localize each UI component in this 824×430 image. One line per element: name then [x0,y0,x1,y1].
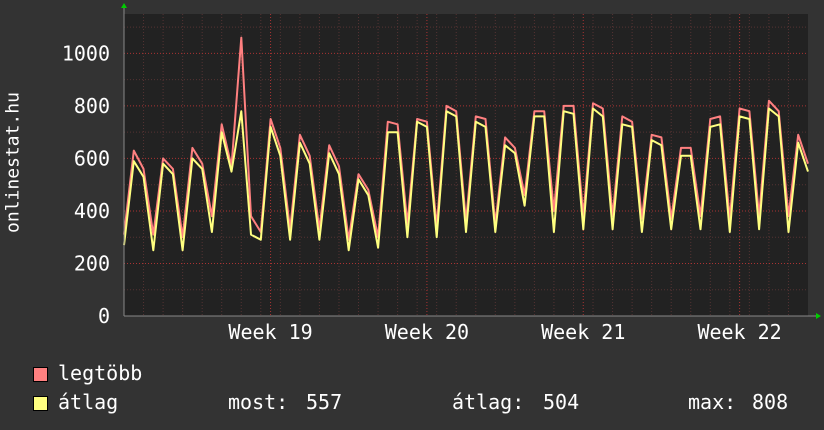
x-tick-label: Week 20 [385,320,469,344]
y-tick-label: 0 [98,304,110,328]
y-tick-label: 800 [74,94,110,118]
y-tick-label: 200 [74,251,110,275]
legend-label-atlag: átlag [58,390,119,414]
x-tick-label: Week 21 [541,320,625,344]
stat-max-label: max: [688,390,737,414]
legend-swatch-atlag [33,396,48,411]
legend-label-legtobb: legtöbb [58,361,143,385]
y-axis-label: onlinestat.hu [2,92,24,233]
x-tick-label: Week 19 [228,320,312,344]
legend-swatch-legtobb [33,367,48,382]
y-tick-label: 1000 [62,41,110,65]
stat-atlag-value: 504 [543,390,580,414]
stat-atlag-label: átlag: [452,390,525,414]
stat-most-value: 557 [306,390,343,414]
stat-most-label: most: [228,390,289,414]
x-tick-label: Week 22 [697,320,781,344]
y-axis-arrow-icon [121,3,127,8]
stat-max-value: 808 [752,390,789,414]
y-tick-label: 400 [74,199,110,223]
x-axis-arrow-icon [816,313,821,319]
y-tick-label: 600 [74,146,110,170]
